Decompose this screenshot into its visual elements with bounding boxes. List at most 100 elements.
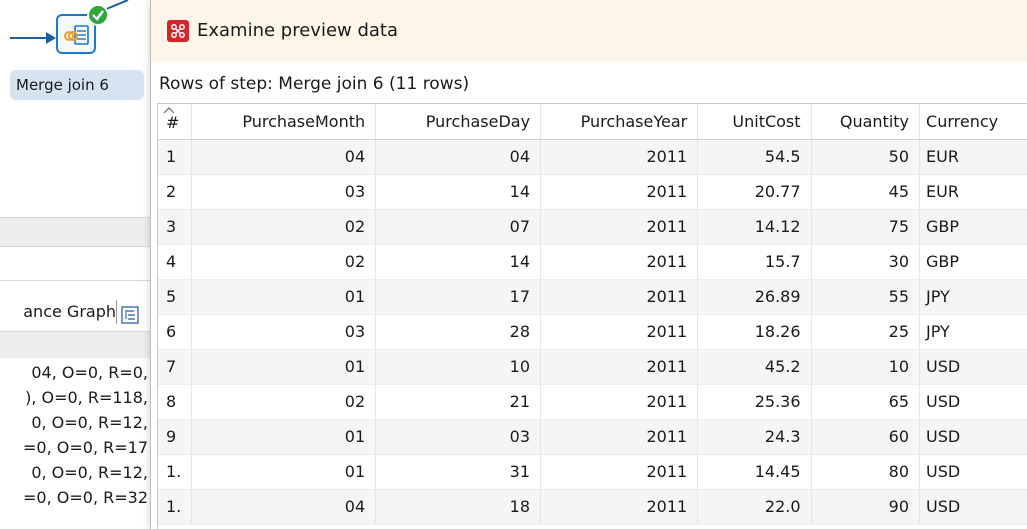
table-row[interactable]: 1. 04 18 2011 22.0 90 USD: [158, 489, 1027, 525]
header-row: # PurchaseMonth PurchaseDay PurchaseYear…: [158, 104, 1027, 140]
cell-quantity[interactable]: 45: [811, 174, 921, 210]
cell-purchasemonth[interactable]: 04: [191, 489, 377, 525]
cell-unitcost[interactable]: 15.7: [697, 244, 812, 280]
rows-caption: Rows of step: Merge join 6 (11 rows): [159, 74, 470, 94]
cell-purchaseyear[interactable]: 2011: [540, 384, 699, 420]
row-index: 7: [158, 349, 193, 385]
cell-purchaseyear[interactable]: 2011: [540, 349, 699, 385]
cell-unitcost[interactable]: 14.12: [697, 209, 812, 245]
tab-label: ance Graph: [23, 302, 116, 321]
cell-purchaseday[interactable]: 17: [375, 279, 542, 315]
table-row[interactable]: 9 01 03 2011 24.3 60 USD: [158, 419, 1027, 455]
cell-purchasemonth[interactable]: 03: [191, 174, 377, 210]
table-row[interactable]: 2 03 14 2011 20.77 45 EUR: [158, 174, 1027, 210]
cell-purchaseday[interactable]: 07: [375, 209, 542, 245]
column-header-unitcost[interactable]: UnitCost: [697, 104, 812, 140]
cell-purchaseday[interactable]: 14: [375, 244, 542, 280]
cell-currency[interactable]: USD: [919, 454, 1027, 490]
cell-currency[interactable]: EUR: [919, 174, 1027, 210]
cell-currency[interactable]: JPY: [919, 314, 1027, 350]
cell-currency[interactable]: USD: [919, 349, 1027, 385]
cell-quantity[interactable]: 60: [811, 419, 921, 455]
dialog-titlebar[interactable]: Examine preview data: [151, 0, 1027, 62]
cell-purchaseday[interactable]: 04: [375, 139, 542, 175]
cell-unitcost[interactable]: 45.2: [697, 349, 812, 385]
cell-unitcost[interactable]: 25.36: [697, 384, 812, 420]
column-header-quantity[interactable]: Quantity: [811, 104, 921, 140]
table-row[interactable]: 5 01 17 2011 26.89 55 JPY: [158, 279, 1027, 315]
cell-currency[interactable]: GBP: [919, 244, 1027, 280]
cell-purchasemonth[interactable]: 02: [191, 384, 377, 420]
column-header-purchaseday[interactable]: PurchaseDay: [375, 104, 542, 140]
cell-currency[interactable]: GBP: [919, 209, 1027, 245]
table-row[interactable]: 7 01 10 2011 45.2 10 USD: [158, 349, 1027, 385]
cell-quantity[interactable]: 65: [811, 384, 921, 420]
cell-purchaseday[interactable]: 31: [375, 454, 542, 490]
cell-purchaseyear[interactable]: 2011: [540, 314, 699, 350]
cell-quantity[interactable]: 10: [811, 349, 921, 385]
transformation-canvas: Merge join 6 ance Graph 04, O=0, R=0, ),…: [0, 0, 150, 529]
cell-purchasemonth[interactable]: 01: [191, 349, 377, 385]
check-icon: [87, 4, 109, 26]
cell-purchaseyear[interactable]: 2011: [540, 244, 699, 280]
cell-currency[interactable]: USD: [919, 419, 1027, 455]
table-row[interactable]: 3 02 07 2011 14.12 75 GBP: [158, 209, 1027, 245]
cell-purchaseday[interactable]: 28: [375, 314, 542, 350]
cell-purchaseday[interactable]: 18: [375, 489, 542, 525]
cell-unitcost[interactable]: 14.45: [697, 454, 812, 490]
dialog-title: Examine preview data: [197, 20, 399, 41]
table-row[interactable]: 4 02 14 2011 15.7 30 GBP: [158, 244, 1027, 280]
cell-unitcost[interactable]: 54.5: [697, 139, 812, 175]
cell-currency[interactable]: USD: [919, 489, 1027, 525]
cell-currency[interactable]: USD: [919, 384, 1027, 420]
cell-purchaseyear[interactable]: 2011: [540, 489, 699, 525]
cell-unitcost[interactable]: 26.89: [697, 279, 812, 315]
cell-purchasemonth[interactable]: 01: [191, 419, 377, 455]
cell-purchasemonth[interactable]: 03: [191, 314, 377, 350]
panel-separator: [0, 280, 150, 281]
cell-unitcost[interactable]: 20.77: [697, 174, 812, 210]
table-row[interactable]: 6 03 28 2011 18.26 25 JPY: [158, 314, 1027, 350]
cell-purchaseday[interactable]: 14: [375, 174, 542, 210]
cell-purchaseyear[interactable]: 2011: [540, 209, 699, 245]
cell-purchaseyear[interactable]: 2011: [540, 139, 699, 175]
table-row[interactable]: 1. 01 31 2011 14.45 80 USD: [158, 454, 1027, 490]
cell-quantity[interactable]: 80: [811, 454, 921, 490]
cell-purchaseday[interactable]: 10: [375, 349, 542, 385]
cell-purchasemonth[interactable]: 01: [191, 279, 377, 315]
cell-quantity[interactable]: 50: [811, 139, 921, 175]
cell-purchaseday[interactable]: 03: [375, 419, 542, 455]
step-name-label[interactable]: Merge join 6: [10, 70, 144, 100]
cell-purchaseday[interactable]: 21: [375, 384, 542, 420]
cell-quantity[interactable]: 75: [811, 209, 921, 245]
cell-quantity[interactable]: 90: [811, 489, 921, 525]
cell-quantity[interactable]: 30: [811, 244, 921, 280]
cell-purchaseyear[interactable]: 2011: [540, 454, 699, 490]
row-index: 9: [158, 419, 193, 455]
column-header-purchaseyear[interactable]: PurchaseYear: [540, 104, 699, 140]
preview-grid[interactable]: # PurchaseMonth PurchaseDay PurchaseYear…: [157, 103, 1027, 529]
column-header-purchasemonth[interactable]: PurchaseMonth: [191, 104, 377, 140]
cell-purchasemonth[interactable]: 02: [191, 209, 377, 245]
cell-purchasemonth[interactable]: 02: [191, 244, 377, 280]
tree-icon[interactable]: [121, 303, 139, 328]
cell-quantity[interactable]: 55: [811, 279, 921, 315]
cell-unitcost[interactable]: 22.0: [697, 489, 812, 525]
cell-unitcost[interactable]: 24.3: [697, 419, 812, 455]
table-row[interactable]: 1 04 04 2011 54.5 50 EUR: [158, 139, 1027, 175]
cell-quantity[interactable]: 25: [811, 314, 921, 350]
cell-purchaseyear[interactable]: 2011: [540, 174, 699, 210]
table-row[interactable]: 8 02 21 2011 25.36 65 USD: [158, 384, 1027, 420]
cell-purchaseyear[interactable]: 2011: [540, 279, 699, 315]
row-index: 1: [158, 139, 193, 175]
cell-purchasemonth[interactable]: 04: [191, 139, 377, 175]
log-line: 0, O=0, R=12,: [31, 413, 148, 432]
tab-performance-graph[interactable]: ance Graph: [0, 296, 150, 328]
cell-currency[interactable]: EUR: [919, 139, 1027, 175]
column-header-index[interactable]: #: [158, 104, 193, 140]
cell-currency[interactable]: JPY: [919, 279, 1027, 315]
cell-unitcost[interactable]: 18.26: [697, 314, 812, 350]
cell-purchaseyear[interactable]: 2011: [540, 419, 699, 455]
cell-purchasemonth[interactable]: 01: [191, 454, 377, 490]
column-header-currency[interactable]: Currency: [919, 104, 1027, 140]
